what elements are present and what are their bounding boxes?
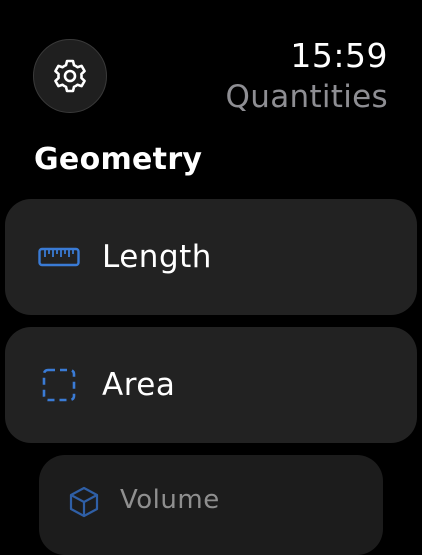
clock-time: 15:59 xyxy=(290,36,388,75)
gear-icon xyxy=(50,56,90,96)
cube-icon xyxy=(67,486,101,518)
app-title: Quantities xyxy=(225,79,388,115)
list-item-label: Volume xyxy=(120,485,220,515)
list-item-length[interactable]: Length xyxy=(5,199,417,315)
list-item-label: Area xyxy=(102,367,176,403)
settings-button[interactable] xyxy=(33,39,107,113)
list-item-volume[interactable]: Volume xyxy=(39,455,383,555)
section-heading: Geometry xyxy=(34,142,203,177)
dashed-square-icon xyxy=(38,368,80,402)
list-item-label: Length xyxy=(102,239,212,275)
list-item-area[interactable]: Area xyxy=(5,327,417,443)
ruler-icon xyxy=(38,246,80,268)
